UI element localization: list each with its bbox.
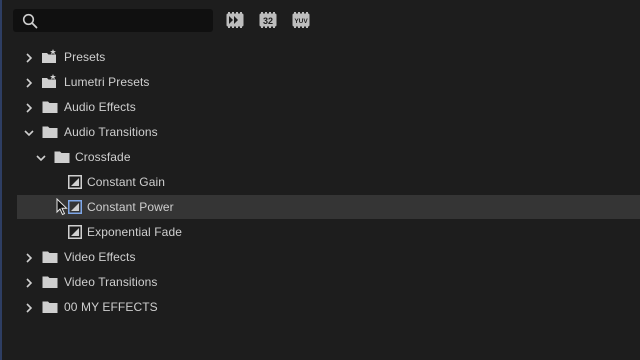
tree-item-label: Exponential Fade — [87, 225, 182, 239]
search-icon — [22, 13, 38, 29]
tree-item-audio-effects[interactable]: Audio Effects — [17, 95, 640, 119]
chevron-right-icon[interactable] — [23, 76, 35, 88]
tree-item-video-transitions[interactable]: Video Transitions — [17, 270, 640, 294]
preset-folder-icon — [41, 49, 58, 65]
tree-item-label: Crossfade — [75, 150, 131, 164]
tree-item-label: Presets — [64, 50, 106, 64]
accelerated-effects-button[interactable] — [226, 12, 246, 28]
yuv-effects-button[interactable]: YUV — [292, 12, 312, 28]
tree-item-label: Constant Gain — [87, 175, 166, 189]
chevron-right-icon[interactable] — [23, 101, 35, 113]
chevron-right-icon[interactable] — [23, 301, 35, 313]
search-input[interactable] — [43, 12, 207, 31]
folder-icon — [54, 150, 70, 164]
tree-item-label: Lumetri Presets — [64, 75, 150, 89]
chevron-down-icon[interactable] — [23, 126, 35, 138]
tree-item-label: Audio Transitions — [64, 125, 158, 139]
tree-item-constant-power[interactable]: Constant Power — [17, 195, 640, 219]
transition-icon — [68, 175, 82, 189]
32-bit-effects-button[interactable]: 32 — [259, 12, 279, 28]
tree-item-audio-transitions[interactable]: Audio Transitions — [17, 120, 640, 144]
accelerated-effects-icon — [226, 12, 246, 28]
tree-item-presets[interactable]: Presets — [17, 45, 640, 69]
folder-icon — [42, 275, 58, 289]
tree-item-label: Video Effects — [64, 250, 136, 264]
tree-item-label: Video Transitions — [64, 275, 158, 289]
folder-icon — [42, 250, 58, 264]
tree-item-label: Audio Effects — [64, 100, 136, 114]
tree-item-my-effects[interactable]: 00 MY EFFECTS — [17, 295, 640, 319]
preset-folder-icon — [41, 74, 58, 90]
tree-item-crossfade[interactable]: Crossfade — [17, 145, 640, 169]
transition-icon — [68, 200, 82, 214]
chevron-right-icon[interactable] — [23, 251, 35, 263]
effects-panel: 32 YUV Presets Lumetri Presets Audio Eff… — [0, 0, 640, 360]
yuv-label: YUV — [294, 18, 308, 25]
tree-item-label: 00 MY EFFECTS — [64, 300, 158, 314]
tree-item-lumetri-presets[interactable]: Lumetri Presets — [17, 70, 640, 94]
folder-icon — [42, 300, 58, 314]
tree-item-label: Constant Power — [87, 200, 174, 214]
chevron-down-icon[interactable] — [35, 151, 47, 163]
transition-icon — [68, 225, 82, 239]
folder-icon — [42, 125, 58, 139]
chevron-right-icon[interactable] — [23, 276, 35, 288]
mouse-cursor-icon — [56, 197, 68, 216]
tree-item-video-effects[interactable]: Video Effects — [17, 245, 640, 269]
tree-item-constant-gain[interactable]: Constant Gain — [17, 170, 640, 194]
chevron-right-icon[interactable] — [23, 51, 35, 63]
panel-focus-border — [0, 0, 2, 360]
folder-icon — [42, 100, 58, 114]
32-bit-label: 32 — [263, 16, 273, 26]
search-box[interactable] — [13, 9, 213, 32]
tree-item-exponential-fade[interactable]: Exponential Fade — [17, 220, 640, 244]
